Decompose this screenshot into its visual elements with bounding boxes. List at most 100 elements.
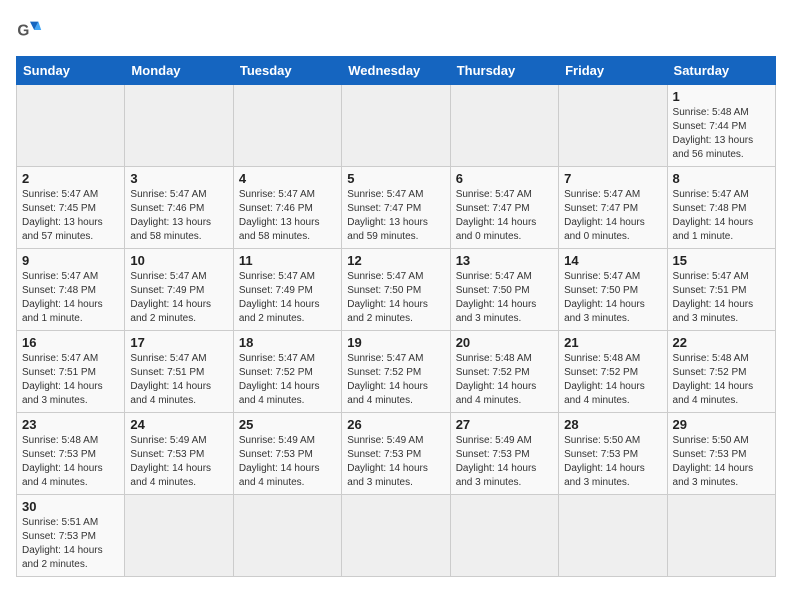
day-number-15: 15: [673, 253, 770, 268]
day-number-28: 28: [564, 417, 661, 432]
weekday-wednesday: Wednesday: [342, 57, 450, 85]
day-info-6: Sunrise: 5:47 AM Sunset: 7:47 PM Dayligh…: [456, 188, 553, 244]
day-info-7: Sunrise: 5:47 AM Sunset: 7:47 PM Dayligh…: [564, 188, 661, 244]
day-info-8: Sunrise: 5:47 AM Sunset: 7:48 PM Dayligh…: [673, 188, 770, 244]
empty-cell: [342, 495, 450, 577]
day-cell-1: 1Sunrise: 5:48 AM Sunset: 7:44 PM Daylig…: [667, 85, 775, 167]
day-cell-26: 26Sunrise: 5:49 AM Sunset: 7:53 PM Dayli…: [342, 413, 450, 495]
day-info-21: Sunrise: 5:48 AM Sunset: 7:52 PM Dayligh…: [564, 352, 661, 408]
day-number-21: 21: [564, 335, 661, 350]
day-cell-29: 29 Sunrise: 5:50 AM Sunset: 7:53 PM Dayli…: [667, 413, 775, 495]
week-row-4: 16 Sunrise: 5:47 AM Sunset: 7:51 PM Dayli…: [17, 331, 776, 413]
empty-cell: [667, 495, 775, 577]
day-number-3: 3: [130, 171, 227, 186]
day-cell-21: 21 Sunrise: 5:48 AM Sunset: 7:52 PM Dayli…: [559, 331, 667, 413]
day-cell-9: 9 Sunrise: 5:47 AM Sunset: 7:48 PM Daylig…: [17, 249, 125, 331]
day-cell-14: 14 Sunrise: 5:47 AM Sunset: 7:50 PM Dayli…: [559, 249, 667, 331]
svg-text:G: G: [17, 23, 29, 40]
day-cell-5: 5Sunrise: 5:47 AM Sunset: 7:47 PM Daylig…: [342, 167, 450, 249]
empty-cell: [450, 495, 558, 577]
day-info-17: Sunrise: 5:47 AM Sunset: 7:51 PM Dayligh…: [130, 352, 227, 408]
day-number-18: 18: [239, 335, 336, 350]
day-cell-3: 3 Sunrise: 5:47 AM Sunset: 7:46 PM Daylig…: [125, 167, 233, 249]
empty-cell: [125, 85, 233, 167]
day-number-10: 10: [130, 253, 227, 268]
calendar-table: SundayMondayTuesdayWednesdayThursdayFrid…: [16, 56, 776, 577]
day-cell-20: 20Sunrise: 5:48 AM Sunset: 7:52 PM Dayli…: [450, 331, 558, 413]
day-cell-19: 19 Sunrise: 5:47 AM Sunset: 7:52 PM Dayli…: [342, 331, 450, 413]
empty-cell: [233, 495, 341, 577]
day-cell-7: 7 Sunrise: 5:47 AM Sunset: 7:47 PM Daylig…: [559, 167, 667, 249]
day-number-20: 20: [456, 335, 553, 350]
empty-cell: [125, 495, 233, 577]
day-number-16: 16: [22, 335, 119, 350]
day-number-14: 14: [564, 253, 661, 268]
week-row-3: 9 Sunrise: 5:47 AM Sunset: 7:48 PM Daylig…: [17, 249, 776, 331]
empty-cell: [450, 85, 558, 167]
day-number-2: 2: [22, 171, 119, 186]
day-info-30: Sunrise: 5:51 AM Sunset: 7:53 PM Dayligh…: [22, 516, 119, 572]
day-number-19: 19: [347, 335, 444, 350]
empty-cell: [559, 85, 667, 167]
logo-icon: G: [16, 16, 44, 44]
week-row-1: 1Sunrise: 5:48 AM Sunset: 7:44 PM Daylig…: [17, 85, 776, 167]
day-number-27: 27: [456, 417, 553, 432]
day-cell-30: 30 Sunrise: 5:51 AM Sunset: 7:53 PM Dayli…: [17, 495, 125, 577]
day-cell-28: 28 Sunrise: 5:50 AM Sunset: 7:53 PM Dayli…: [559, 413, 667, 495]
day-info-23: Sunrise: 5:48 AM Sunset: 7:53 PM Dayligh…: [22, 434, 119, 490]
week-row-5: 23Sunrise: 5:48 AM Sunset: 7:53 PM Dayli…: [17, 413, 776, 495]
day-number-30: 30: [22, 499, 119, 514]
empty-cell: [559, 495, 667, 577]
day-info-14: Sunrise: 5:47 AM Sunset: 7:50 PM Dayligh…: [564, 270, 661, 326]
day-cell-11: 11Sunrise: 5:47 AM Sunset: 7:49 PM Dayli…: [233, 249, 341, 331]
weekday-saturday: Saturday: [667, 57, 775, 85]
day-cell-17: 17 Sunrise: 5:47 AM Sunset: 7:51 PM Dayli…: [125, 331, 233, 413]
day-number-6: 6: [456, 171, 553, 186]
day-cell-4: 4Sunrise: 5:47 AM Sunset: 7:46 PM Daylig…: [233, 167, 341, 249]
day-info-13: Sunrise: 5:47 AM Sunset: 7:50 PM Dayligh…: [456, 270, 553, 326]
day-info-12: Sunrise: 5:47 AM Sunset: 7:50 PM Dayligh…: [347, 270, 444, 326]
weekday-sunday: Sunday: [17, 57, 125, 85]
day-info-24: Sunrise: 5:49 AM Sunset: 7:53 PM Dayligh…: [130, 434, 227, 490]
day-number-9: 9: [22, 253, 119, 268]
day-cell-2: 2 Sunrise: 5:47 AM Sunset: 7:45 PM Daylig…: [17, 167, 125, 249]
day-cell-27: 27 Sunrise: 5:49 AM Sunset: 7:53 PM Dayli…: [450, 413, 558, 495]
week-row-6: 30 Sunrise: 5:51 AM Sunset: 7:53 PM Dayli…: [17, 495, 776, 577]
day-info-18: Sunrise: 5:47 AM Sunset: 7:52 PM Dayligh…: [239, 352, 336, 408]
day-info-25: Sunrise: 5:49 AM Sunset: 7:53 PM Dayligh…: [239, 434, 336, 490]
day-info-3: Sunrise: 5:47 AM Sunset: 7:46 PM Dayligh…: [130, 188, 227, 244]
day-info-5: Sunrise: 5:47 AM Sunset: 7:47 PM Dayligh…: [347, 188, 444, 244]
day-number-1: 1: [673, 89, 770, 104]
day-info-15: Sunrise: 5:47 AM Sunset: 7:51 PM Dayligh…: [673, 270, 770, 326]
page-header: G: [16, 16, 776, 44]
day-cell-23: 23Sunrise: 5:48 AM Sunset: 7:53 PM Dayli…: [17, 413, 125, 495]
logo: G: [16, 16, 48, 44]
day-cell-10: 10 Sunrise: 5:47 AM Sunset: 7:49 PM Dayli…: [125, 249, 233, 331]
day-cell-18: 18 Sunrise: 5:47 AM Sunset: 7:52 PM Dayli…: [233, 331, 341, 413]
day-info-27: Sunrise: 5:49 AM Sunset: 7:53 PM Dayligh…: [456, 434, 553, 490]
day-info-22: Sunrise: 5:48 AM Sunset: 7:52 PM Dayligh…: [673, 352, 770, 408]
day-number-12: 12: [347, 253, 444, 268]
day-info-9: Sunrise: 5:47 AM Sunset: 7:48 PM Dayligh…: [22, 270, 119, 326]
day-number-24: 24: [130, 417, 227, 432]
calendar-body: 1Sunrise: 5:48 AM Sunset: 7:44 PM Daylig…: [17, 85, 776, 577]
day-number-29: 29: [673, 417, 770, 432]
day-cell-6: 6 Sunrise: 5:47 AM Sunset: 7:47 PM Daylig…: [450, 167, 558, 249]
day-cell-12: 12 Sunrise: 5:47 AM Sunset: 7:50 PM Dayli…: [342, 249, 450, 331]
day-number-7: 7: [564, 171, 661, 186]
day-info-16: Sunrise: 5:47 AM Sunset: 7:51 PM Dayligh…: [22, 352, 119, 408]
day-cell-25: 25 Sunrise: 5:49 AM Sunset: 7:53 PM Dayli…: [233, 413, 341, 495]
day-cell-13: 13 Sunrise: 5:47 AM Sunset: 7:50 PM Dayli…: [450, 249, 558, 331]
day-info-28: Sunrise: 5:50 AM Sunset: 7:53 PM Dayligh…: [564, 434, 661, 490]
day-number-25: 25: [239, 417, 336, 432]
empty-cell: [17, 85, 125, 167]
week-row-2: 2 Sunrise: 5:47 AM Sunset: 7:45 PM Daylig…: [17, 167, 776, 249]
weekday-header-row: SundayMondayTuesdayWednesdayThursdayFrid…: [17, 57, 776, 85]
day-number-17: 17: [130, 335, 227, 350]
day-info-10: Sunrise: 5:47 AM Sunset: 7:49 PM Dayligh…: [130, 270, 227, 326]
day-info-2: Sunrise: 5:47 AM Sunset: 7:45 PM Dayligh…: [22, 188, 119, 244]
day-number-13: 13: [456, 253, 553, 268]
day-info-29: Sunrise: 5:50 AM Sunset: 7:53 PM Dayligh…: [673, 434, 770, 490]
weekday-thursday: Thursday: [450, 57, 558, 85]
day-info-19: Sunrise: 5:47 AM Sunset: 7:52 PM Dayligh…: [347, 352, 444, 408]
